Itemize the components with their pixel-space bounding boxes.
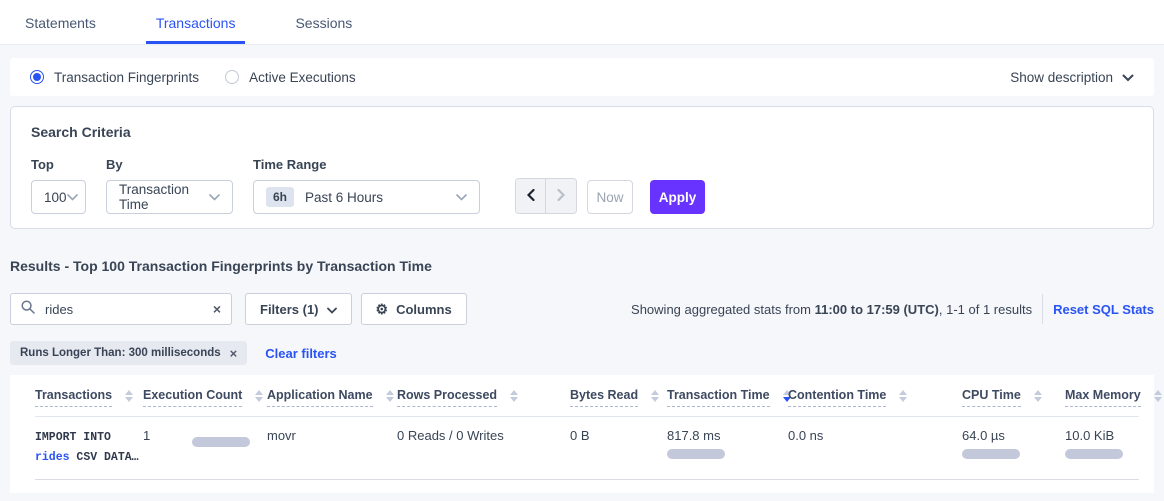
column-header-application-name[interactable]: Application Name (267, 388, 397, 407)
show-description-toggle[interactable]: Show description (1010, 70, 1134, 85)
cpu-time-cell: 64.0 µs (962, 428, 1065, 468)
clear-filters-link[interactable]: Clear filters (265, 346, 337, 361)
search-criteria-panel: Search Criteria Top 100 By Transaction T… (10, 106, 1154, 229)
search-input[interactable] (43, 301, 213, 318)
radio-label: Active Executions (249, 70, 356, 85)
chevron-down-icon (1122, 70, 1134, 85)
execution-count-bar (192, 437, 250, 447)
chevron-down-icon (456, 194, 467, 201)
chevron-down-icon (67, 194, 78, 201)
results-table: Transactions Execution Count Application… (10, 375, 1154, 493)
column-header-max-memory[interactable]: Max Memory (1065, 388, 1162, 407)
execution-count-cell: 1 (143, 428, 267, 468)
radio-unselected-icon[interactable] (225, 70, 239, 84)
columns-button[interactable]: ⚙ Columns (361, 293, 467, 325)
radio-transaction-fingerprints[interactable]: Transaction Fingerprints (30, 70, 199, 85)
table-row: IMPORT INTO rides CSV DATA… 1 movr 0 Rea… (35, 417, 1139, 480)
time-range-label: Time Range (253, 157, 480, 172)
radio-label: Transaction Fingerprints (54, 70, 199, 85)
bytes-read-cell: 0 B (570, 428, 667, 468)
column-header-execution-count[interactable]: Execution Count (143, 388, 267, 407)
sort-icon[interactable] (651, 390, 659, 402)
column-header-rows-processed[interactable]: Rows Processed (397, 388, 570, 407)
column-header-bytes-read[interactable]: Bytes Read (570, 388, 667, 407)
tab-statements[interactable]: Statements (15, 15, 106, 44)
columns-button-label: Columns (396, 302, 452, 317)
search-clear-icon[interactable]: × (213, 302, 221, 316)
transaction-time-cell: 817.8 ms (667, 428, 788, 468)
chevron-down-icon (327, 302, 337, 317)
by-select-value: Transaction Time (119, 182, 209, 212)
sort-icon[interactable] (899, 390, 907, 402)
results-heading: Results - Top 100 Transaction Fingerprin… (10, 258, 1164, 274)
top-select-value: 100 (44, 190, 67, 205)
chevron-down-icon (209, 194, 220, 201)
apply-button[interactable]: Apply (650, 180, 705, 214)
time-prev-button[interactable] (516, 179, 546, 213)
filter-chip-runs-longer-than[interactable]: Runs Longer Than: 300 milliseconds × (10, 341, 247, 365)
sort-icon[interactable] (386, 390, 394, 402)
column-header-contention-time[interactable]: Contention Time (788, 388, 962, 407)
search-box[interactable]: × (10, 293, 232, 325)
tab-sessions[interactable]: Sessions (285, 15, 362, 44)
top-select[interactable]: 100 (31, 180, 86, 214)
vertical-divider (1042, 294, 1043, 324)
sort-icon[interactable] (125, 390, 133, 402)
application-name-cell: movr (267, 428, 397, 468)
show-description-label: Show description (1010, 70, 1113, 85)
time-range-select[interactable]: 6h Past 6 Hours (253, 180, 480, 214)
now-button[interactable]: Now (587, 180, 633, 214)
table-header-row: Transactions Execution Count Application… (35, 375, 1139, 417)
filters-button[interactable]: Filters (1) (245, 293, 352, 325)
time-range-nav (515, 178, 577, 214)
tab-transactions[interactable]: Transactions (146, 15, 246, 44)
top-field: Top 100 (31, 157, 86, 214)
time-range-badge: 6h (266, 187, 294, 207)
top-label: Top (31, 157, 86, 172)
chevron-left-icon (527, 189, 535, 204)
transaction-fingerprint-link[interactable]: IMPORT INTO rides CSV DATA… (35, 428, 143, 468)
time-range-field: Time Range 6h Past 6 Hours (253, 157, 480, 214)
gear-icon: ⚙ (376, 302, 389, 316)
sort-icon[interactable] (255, 390, 263, 402)
search-criteria-title: Search Criteria (31, 124, 1133, 140)
sort-icon[interactable] (1154, 390, 1162, 402)
column-header-transaction-time[interactable]: Transaction Time (667, 388, 788, 407)
search-match-highlight: rides (35, 451, 70, 464)
reset-sql-stats-link[interactable]: Reset SQL Stats (1053, 302, 1154, 317)
top-tab-bar: Statements Transactions Sessions (0, 0, 1164, 45)
aggregated-stats-text: Showing aggregated stats from 11:00 to 1… (631, 302, 1032, 317)
filter-chips-row: Runs Longer Than: 300 milliseconds × Cle… (10, 341, 1164, 365)
by-select[interactable]: Transaction Time (106, 180, 233, 214)
search-icon (21, 300, 35, 319)
column-header-transactions[interactable]: Transactions (35, 388, 143, 407)
column-header-cpu-time[interactable]: CPU Time (962, 388, 1065, 407)
view-toggle-bar: Transaction Fingerprints Active Executio… (10, 58, 1154, 96)
chevron-right-icon (557, 189, 565, 204)
radio-selected-icon[interactable] (30, 70, 44, 84)
by-field: By Transaction Time (106, 157, 233, 214)
sort-icon[interactable] (1034, 390, 1042, 402)
by-label: By (106, 157, 233, 172)
transaction-time-bar (667, 449, 725, 459)
cpu-time-bar (962, 449, 1020, 459)
stats-interval: 11:00 to 17:59 (UTC) (815, 302, 939, 317)
time-next-button[interactable] (546, 179, 576, 213)
rows-processed-cell: 0 Reads / 0 Writes (397, 428, 570, 468)
results-controls-row: × Filters (1) ⚙ Columns Showing aggregat… (10, 293, 1154, 325)
filters-button-label: Filters (1) (260, 302, 319, 317)
sort-icon[interactable] (510, 390, 518, 402)
max-memory-cell: 10.0 KiB (1065, 428, 1139, 468)
filter-chip-label: Runs Longer Than: 300 milliseconds (20, 347, 221, 359)
contention-time-cell: 0.0 ns (788, 428, 962, 468)
radio-active-executions[interactable]: Active Executions (225, 70, 356, 85)
max-memory-bar (1065, 449, 1123, 459)
chip-close-icon[interactable]: × (230, 347, 238, 360)
time-range-value: Past 6 Hours (305, 190, 383, 205)
